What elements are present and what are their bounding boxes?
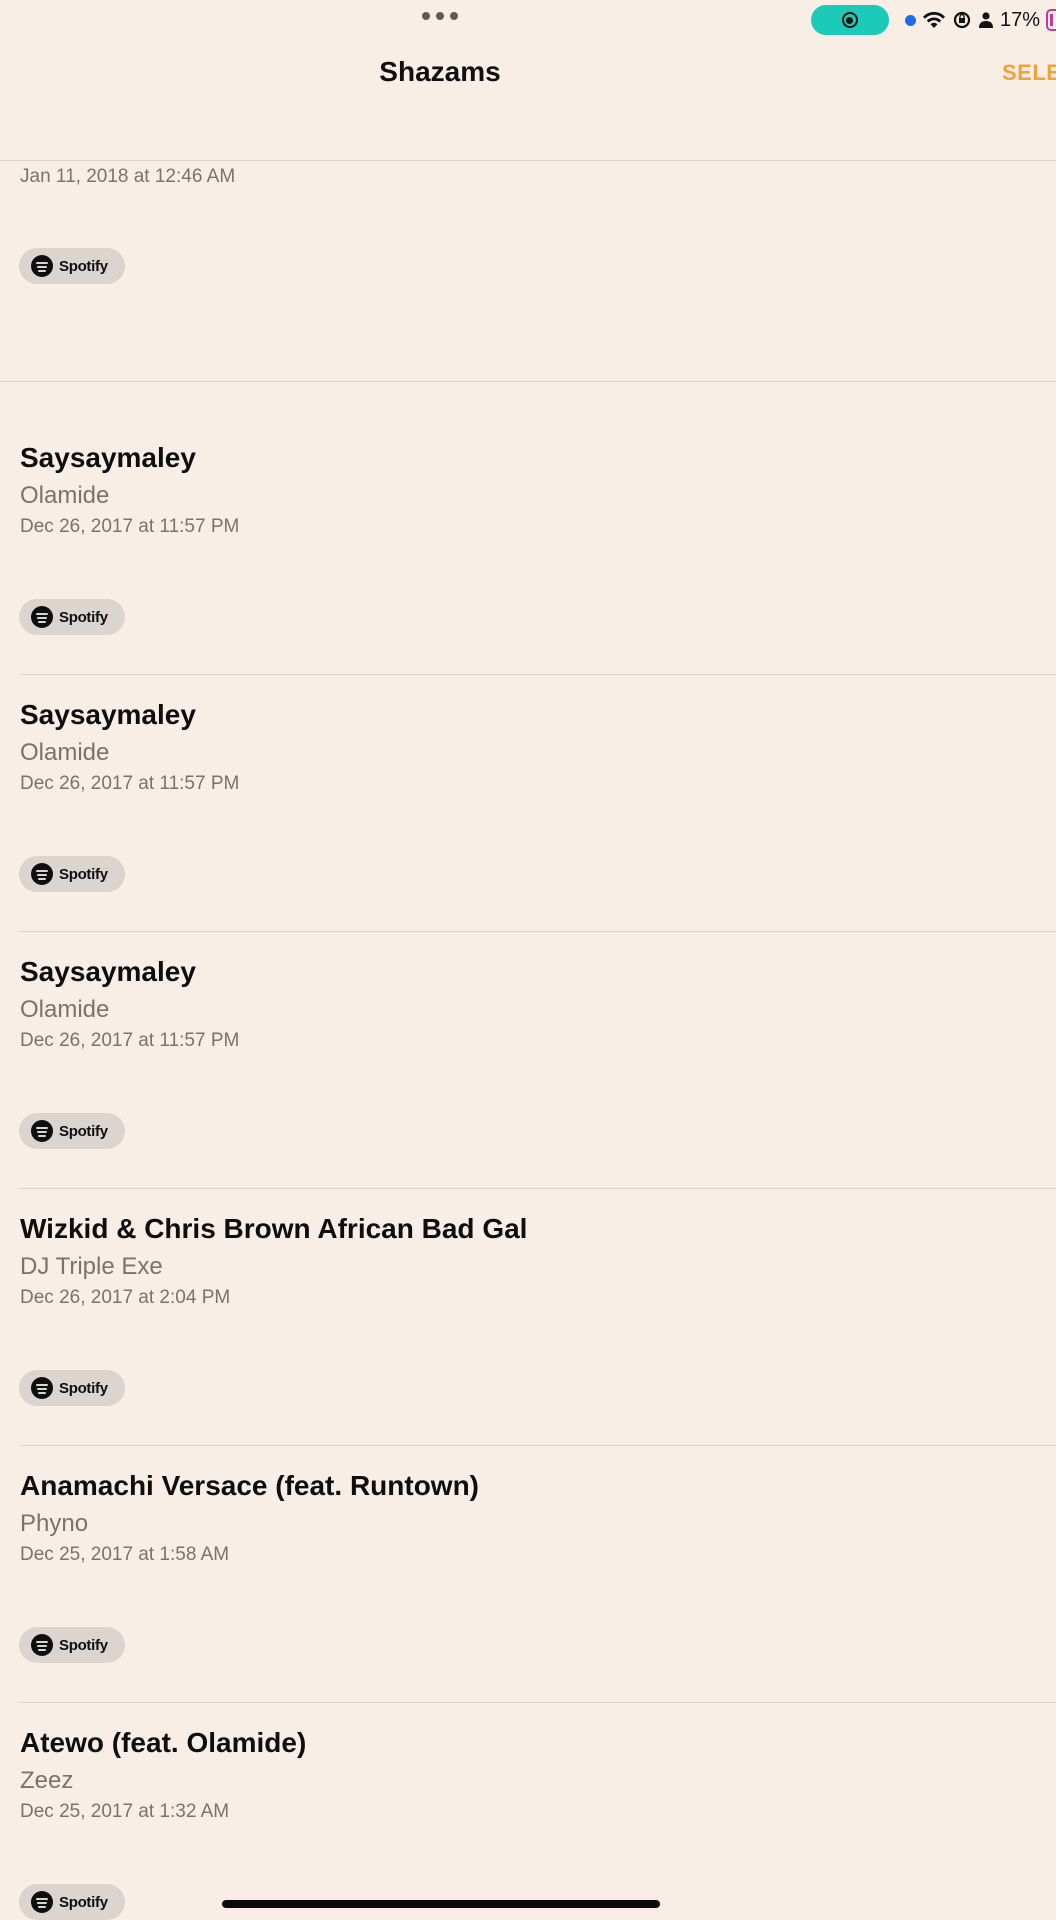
spotify-button[interactable]: Spotify [19, 599, 125, 635]
list-item[interactable]: Jan 11, 2018 at 12:46 AM Spotify [19, 166, 1056, 380]
multitasking-dots-icon[interactable] [422, 12, 458, 20]
spotify-label: Spotify [59, 1893, 108, 1911]
spotify-label: Spotify [59, 1379, 108, 1397]
song-date: Dec 26, 2017 at 11:57 PM [20, 773, 240, 794]
list-item[interactable]: Wizkid & Chris Brown African Bad Gal DJ … [19, 1213, 1056, 1443]
list-item[interactable]: Anamachi Versace (feat. Runtown) Phyno D… [19, 1470, 1056, 1700]
list-item[interactable]: Atewo (feat. Olamide) Zeez Dec 25, 2017 … [19, 1727, 1056, 1920]
song-date: Dec 25, 2017 at 1:58 AM [20, 1544, 230, 1565]
song-title: Saysaymaley [20, 442, 196, 473]
song-date: Dec 26, 2017 at 11:57 PM [20, 516, 240, 537]
spotify-button[interactable]: Spotify [19, 856, 125, 892]
spotify-icon [31, 255, 53, 277]
song-artist: DJ Triple Exe [20, 1253, 163, 1280]
record-icon [841, 12, 858, 28]
battery-percentage: 17% [999, 8, 1040, 31]
spotify-label: Spotify [59, 1636, 108, 1654]
row-divider [20, 1445, 1056, 1446]
spotify-icon [31, 1891, 53, 1913]
song-title: Saysaymaley [20, 956, 196, 987]
song-date: Jan 11, 2018 at 12:46 AM [20, 166, 236, 187]
song-title: Wizkid & Chris Brown African Bad Gal [20, 1213, 528, 1244]
row-divider [0, 381, 1056, 382]
song-artist: Olamide [20, 739, 110, 766]
list-item[interactable]: Saysaymaley Olamide Dec 26, 2017 at 11:5… [19, 956, 1056, 1186]
song-artist: Zeez [20, 1767, 74, 1794]
home-indicator[interactable] [222, 1900, 660, 1908]
song-artist: Phyno [20, 1510, 89, 1537]
orientation-lock-icon [952, 10, 972, 30]
song-title: Anamachi Versace (feat. Runtown) [20, 1470, 480, 1501]
song-date: Dec 26, 2017 at 11:57 PM [20, 1030, 240, 1051]
spotify-label: Spotify [59, 257, 108, 275]
spotify-icon [31, 1120, 53, 1142]
spotify-icon [31, 863, 53, 885]
page-title: Shazams [379, 56, 501, 87]
spotify-label: Spotify [59, 865, 108, 883]
song-date: Dec 25, 2017 at 1:32 AM [20, 1801, 230, 1822]
screen-recording-indicator[interactable] [810, 5, 889, 35]
select-button[interactable]: SELE [1002, 60, 1056, 86]
status-bar: 17% [810, 4, 1056, 36]
spotify-button[interactable]: Spotify [19, 1884, 125, 1920]
spotify-button[interactable]: Spotify [19, 1370, 125, 1406]
song-artist: Olamide [20, 482, 110, 509]
song-title: Atewo (feat. Olamide) [20, 1727, 307, 1758]
spotify-icon [31, 1634, 53, 1656]
spotify-button[interactable]: Spotify [19, 1627, 125, 1663]
row-divider [20, 1188, 1056, 1189]
spotify-label: Spotify [59, 608, 108, 626]
row-divider [20, 1702, 1056, 1703]
location-dot-icon [904, 14, 916, 26]
nav-divider [0, 160, 1056, 161]
spotify-label: Spotify [59, 1122, 108, 1140]
person-icon [978, 11, 994, 29]
spotify-icon [31, 606, 53, 628]
spotify-button[interactable]: Spotify [19, 248, 125, 284]
row-divider [20, 674, 1056, 675]
song-title: Saysaymaley [20, 699, 196, 730]
song-date: Dec 26, 2017 at 2:04 PM [20, 1287, 231, 1308]
spotify-button[interactable]: Spotify [19, 1113, 125, 1149]
row-divider [20, 931, 1056, 932]
shazams-screen: 17% Shazams SELE Jan 11, 2018 at 12:46 A… [0, 0, 1056, 1920]
battery-icon [1046, 9, 1056, 31]
wifi-icon [922, 10, 946, 30]
list-item[interactable]: Saysaymaley Olamide Dec 26, 2017 at 11:5… [19, 699, 1056, 929]
song-artist: Olamide [20, 996, 110, 1023]
list-item[interactable]: Saysaymaley Olamide Dec 26, 2017 at 11:5… [19, 442, 1056, 672]
spotify-icon [31, 1377, 53, 1399]
